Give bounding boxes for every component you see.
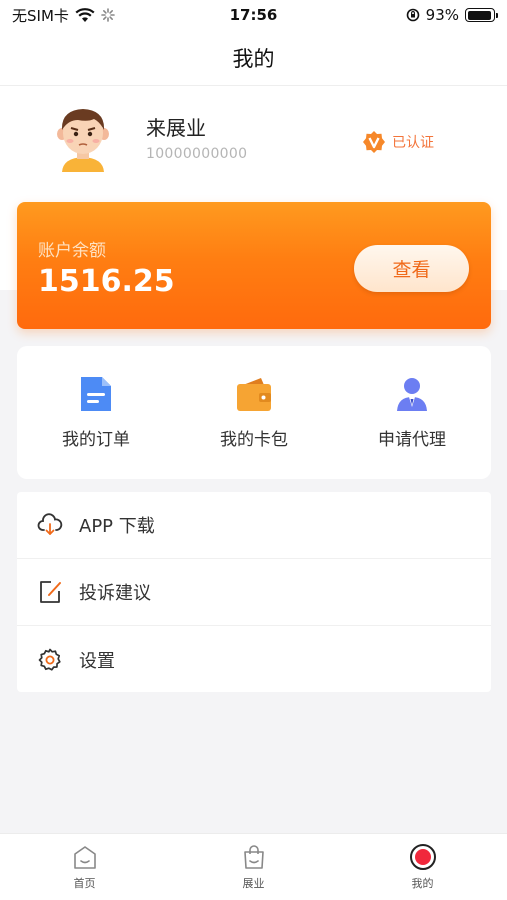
quick-label-wallet: 我的卡包 <box>220 430 288 450</box>
verified-label: 已认证 <box>392 135 434 151</box>
menu-list: APP 下载 投诉建议 设置 <box>17 492 491 692</box>
tab-label-business: 展业 <box>242 877 265 890</box>
status-right: 93% <box>406 6 498 24</box>
tab-mine[interactable]: 我的 <box>338 834 507 900</box>
carrier-label: 无SIM卡 <box>12 6 69 25</box>
menu-item-app-download[interactable]: APP 下载 <box>17 492 491 559</box>
status-bar: 无SIM卡 17:56 93% <box>0 0 507 30</box>
quick-item-orders[interactable]: 我的订单 <box>17 346 175 479</box>
balance-value: 1516.25 <box>38 264 175 299</box>
loading-icon <box>101 8 115 22</box>
home-icon <box>73 846 96 869</box>
wifi-icon <box>75 7 95 22</box>
edit-icon <box>40 581 61 603</box>
profile-section: 来展业 10000000000 已认证 <box>0 88 507 198</box>
nav-bar: 我的 <box>0 30 507 86</box>
tab-label-mine: 我的 <box>411 877 434 890</box>
user-id: 10000000000 <box>146 146 248 162</box>
gear-icon <box>38 648 61 671</box>
quick-item-wallet[interactable]: 我的卡包 <box>175 346 333 479</box>
menu-item-settings[interactable]: 设置 <box>17 626 491 693</box>
menu-item-feedback[interactable]: 投诉建议 <box>17 559 491 626</box>
tab-label-home: 首页 <box>73 877 96 890</box>
agent-icon <box>397 378 427 411</box>
orientation-lock-icon <box>406 8 419 22</box>
battery-level <box>467 10 491 20</box>
verified-badge: 已认证 <box>362 130 434 154</box>
quick-actions: 我的订单 我的卡包 申请代理 <box>17 346 491 479</box>
quick-label-orders: 我的订单 <box>62 430 130 450</box>
document-icon <box>81 377 111 411</box>
cloud-download-icon <box>37 513 63 535</box>
quick-item-agent[interactable]: 申请代理 <box>333 346 491 479</box>
balance-label: 账户余额 <box>38 241 106 261</box>
verified-icon <box>363 131 385 153</box>
status-left: 无SIM卡 <box>12 5 115 26</box>
quick-label-agent: 申请代理 <box>378 430 446 450</box>
menu-label-settings: 设置 <box>79 650 115 672</box>
battery-icon <box>465 8 498 22</box>
menu-label-app-download: APP 下载 <box>79 516 155 537</box>
bag-icon <box>243 845 264 869</box>
balance-card: 账户余额 1516.25 查看 <box>17 202 491 329</box>
battery-percent: 93% <box>425 6 459 24</box>
view-balance-button[interactable]: 查看 <box>354 245 469 292</box>
tab-business[interactable]: 展业 <box>169 834 338 900</box>
wallet-icon <box>237 378 271 411</box>
avatar[interactable] <box>48 100 118 172</box>
username: 来展业 <box>146 116 206 140</box>
tab-home[interactable]: 首页 <box>0 834 169 900</box>
tab-bar: 首页 展业 我的 <box>0 833 507 900</box>
profile-icon <box>409 844 436 870</box>
page-title: 我的 <box>232 46 275 71</box>
menu-label-feedback: 投诉建议 <box>79 583 151 604</box>
